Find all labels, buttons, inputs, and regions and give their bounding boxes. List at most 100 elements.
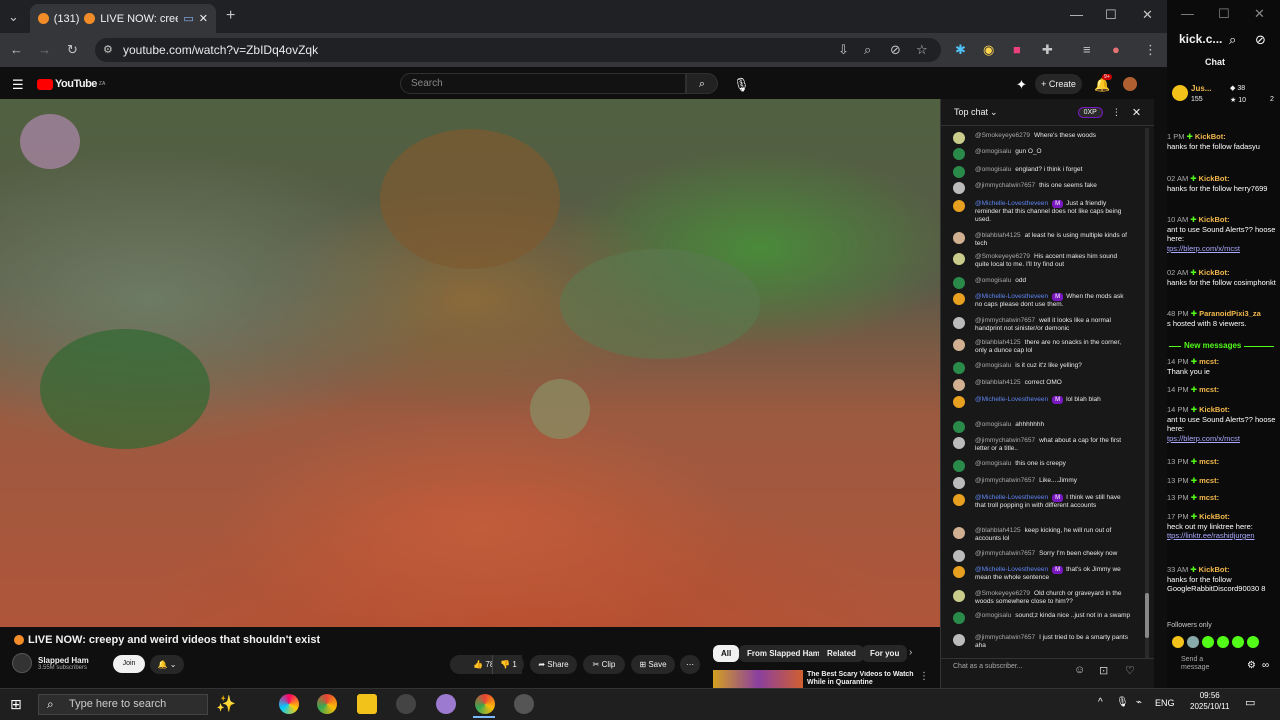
chat-author-name[interactable]: @Smokeyeye6279	[975, 253, 1030, 260]
chat-author-name[interactable]: @omogisalu	[975, 166, 1011, 173]
kick-author[interactable]: KickBot:	[1195, 132, 1226, 141]
chrome-icon[interactable]	[317, 694, 337, 714]
extensions-puzzle-icon[interactable]: ✚	[1042, 42, 1053, 58]
kick-minimize-icon[interactable]: —	[1181, 6, 1194, 21]
chat-author-avatar[interactable]	[953, 477, 965, 489]
top-chat-dropdown[interactable]: Top chat	[954, 107, 988, 117]
chat-author-avatar[interactable]	[953, 132, 965, 144]
chrome-profile-icon[interactable]	[475, 694, 495, 714]
chat-author-name[interactable]: @omogisalu	[975, 460, 1011, 467]
profile-avatar-icon[interactable]: ●	[1112, 42, 1120, 57]
kick-user-avatar[interactable]	[1172, 85, 1188, 101]
chat-author-avatar[interactable]	[953, 590, 965, 602]
chat-author-avatar[interactable]	[953, 293, 965, 305]
taskbar-clock[interactable]: 09:56 2025/10/11	[1190, 690, 1229, 712]
chat-author-avatar[interactable]	[953, 437, 965, 449]
chat-author-avatar[interactable]	[953, 379, 965, 391]
chat-author-name[interactable]: @Michelle-Lovestheveen	[975, 396, 1048, 403]
kick-chat-icon[interactable]: ∞	[1262, 660, 1269, 671]
channel-avatar[interactable]	[12, 653, 32, 673]
chat-author-avatar[interactable]	[953, 317, 965, 329]
search-input[interactable]: Search	[400, 73, 686, 94]
emote-4-icon[interactable]	[1217, 636, 1229, 648]
kick-maximize-icon[interactable]: ☐	[1218, 6, 1230, 22]
network-icon[interactable]: ⌁	[1136, 697, 1142, 708]
tray-chevron-icon[interactable]: ^	[1098, 697, 1103, 708]
emote-6-icon[interactable]	[1247, 636, 1259, 648]
tab-search-icon[interactable]: ⌄	[8, 9, 19, 25]
chat-author-avatar[interactable]	[953, 182, 965, 194]
emoji-icon[interactable]: ☺	[1074, 664, 1085, 676]
chat-author-avatar[interactable]	[953, 339, 965, 351]
language-indicator[interactable]: ENG	[1155, 698, 1175, 708]
chat-author-name[interactable]: @Smokeyeye6279	[975, 590, 1030, 597]
microphone-icon[interactable]: 🎙	[1116, 697, 1129, 708]
chat-author-name[interactable]: @Michelle-Lovestheveen	[975, 293, 1048, 300]
taskbar-app-5-icon[interactable]	[436, 694, 456, 714]
channel-name[interactable]: Slapped Ham	[38, 656, 89, 665]
taskbar-app-7-icon[interactable]	[514, 694, 534, 714]
zoom-icon[interactable]: ⌕	[864, 42, 871, 58]
forward-icon[interactable]: →	[38, 42, 51, 57]
windows-start-icon[interactable]: ⊞	[10, 696, 22, 713]
kick-link[interactable]: ttps://linktr.ee/rashidjurgen	[1167, 531, 1279, 541]
chat-author-name[interactable]: @omogisalu	[975, 421, 1011, 428]
chat-author-name[interactable]: @jimmychatwin7657	[975, 437, 1035, 444]
chat-author-avatar[interactable]	[953, 421, 965, 433]
chat-author-avatar[interactable]	[953, 148, 965, 160]
bookmark-star-icon[interactable]: ☆	[916, 42, 928, 58]
account-avatar[interactable]	[1123, 77, 1137, 91]
chat-author-name[interactable]: @blahblah4125	[975, 232, 1021, 239]
emote-2-icon[interactable]	[1187, 636, 1199, 648]
chat-author-avatar[interactable]	[953, 550, 965, 562]
clip-button[interactable]: ✂ Clip	[583, 655, 625, 674]
chat-author-name[interactable]: @jimmychatwin7657	[975, 182, 1035, 189]
minimize-icon[interactable]: —	[1070, 7, 1083, 22]
kick-author[interactable]: mcst:	[1199, 457, 1219, 466]
kick-author[interactable]: mcst:	[1199, 493, 1219, 502]
chat-author-name[interactable]: @jimmychatwin7657	[975, 477, 1035, 484]
chip-for-you[interactable]: For you	[862, 645, 908, 662]
kick-author[interactable]: mcst:	[1199, 357, 1219, 366]
chat-author-avatar[interactable]	[953, 460, 965, 472]
kick-link[interactable]: tps://blerp.com/x/mcst	[1167, 434, 1279, 444]
chat-author-avatar[interactable]	[953, 362, 965, 374]
chat-author-name[interactable]: @jimmychatwin7657	[975, 317, 1035, 324]
chat-author-name[interactable]: @jimmychatwin7657	[975, 550, 1035, 557]
new-messages-label[interactable]: New messages	[1181, 341, 1245, 350]
new-tab-icon[interactable]: +	[226, 7, 235, 25]
channel-info[interactable]: Slapped Ham 3.55M subscribers	[12, 653, 89, 673]
chat-scrollbar[interactable]	[1145, 128, 1149, 658]
youtube-logo[interactable]: YouTube ZA	[37, 78, 105, 90]
tab-close-icon[interactable]: ✕	[199, 12, 208, 25]
kick-zoom-icon[interactable]: ⌕	[1229, 32, 1236, 48]
upload-icon[interactable]: ✦	[1016, 77, 1027, 93]
chat-author-name[interactable]: @omogisalu	[975, 148, 1011, 155]
chat-author-avatar[interactable]	[953, 612, 965, 624]
recommend-menu-icon[interactable]: ⋮	[919, 671, 929, 682]
reload-icon[interactable]: ↻	[67, 42, 78, 58]
taskbar-app-4-icon[interactable]	[396, 694, 416, 714]
address-bar[interactable]: youtube.com/watch?v=ZbIDq4ovZqk	[95, 38, 941, 62]
chat-author-avatar[interactable]	[953, 200, 965, 212]
browser-tab-active[interactable]: (131) LIVE NOW: creep ▭ ✕	[30, 4, 216, 33]
chip-from-channel[interactable]: From Slapped Ham	[739, 645, 828, 662]
close-window-icon[interactable]: ✕	[1142, 7, 1153, 23]
kick-author[interactable]: KickBot:	[1199, 215, 1230, 224]
emote-3-icon[interactable]	[1202, 636, 1214, 648]
chat-author-avatar[interactable]	[953, 396, 965, 408]
taskbar-search-input[interactable]: Type here to search	[38, 694, 208, 715]
file-explorer-icon[interactable]	[357, 694, 377, 714]
heart-icon[interactable]: ♡	[1125, 664, 1135, 677]
chat-author-name[interactable]: @Michelle-Lovestheveen	[975, 494, 1048, 501]
chat-menu-icon[interactable]: ⋮	[1112, 107, 1121, 118]
share-button[interactable]: ➦ Share	[530, 655, 577, 674]
site-info-icon[interactable]: ⚙	[103, 43, 113, 56]
kick-author[interactable]: KickBot:	[1199, 565, 1230, 574]
chat-author-name[interactable]: @omogisalu	[975, 612, 1011, 619]
chip-related[interactable]: Related	[819, 645, 864, 662]
chat-author-name[interactable]: @jimmychatwin7657	[975, 634, 1035, 641]
chat-author-name[interactable]: @blahblah4125	[975, 527, 1021, 534]
maximize-icon[interactable]: ☐	[1105, 7, 1117, 23]
chat-author-avatar[interactable]	[953, 166, 965, 178]
